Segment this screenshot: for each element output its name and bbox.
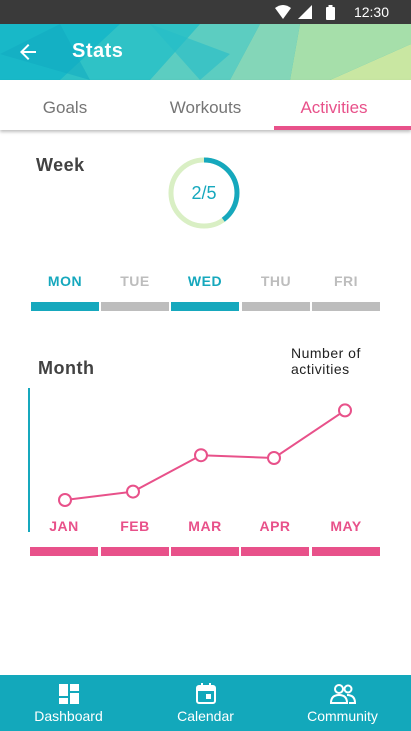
tab-activities[interactable]: Activities <box>274 80 394 130</box>
day-bar-fri <box>312 302 380 311</box>
month-bar-may <box>312 547 380 556</box>
app-bar: Stats <box>0 24 411 80</box>
day-bar-mon <box>31 302 99 311</box>
data-point-mar <box>194 448 208 463</box>
day-bar-tue <box>101 302 169 311</box>
page-title: Stats <box>72 40 124 62</box>
wifi-icon <box>275 5 291 19</box>
month-line-chart <box>28 388 352 532</box>
month-label-apr: APR <box>259 518 291 534</box>
day-label-tue: TUE <box>120 273 150 289</box>
month-label-mar: MAR <box>188 518 222 534</box>
nav-community[interactable]: Community <box>274 675 411 731</box>
day-bar-thu <box>242 302 310 311</box>
month-label-may: MAY <box>330 518 362 534</box>
tab-bar: Goals Workouts Activities <box>0 80 411 130</box>
nav-calendar[interactable]: Calendar <box>137 675 274 731</box>
back-arrow-icon[interactable] <box>16 40 40 64</box>
dashboard-icon <box>59 684 79 704</box>
month-bar-feb <box>101 547 169 556</box>
header-pattern <box>0 24 411 80</box>
tab-goals[interactable]: Goals <box>0 80 130 130</box>
day-label-thu: THU <box>260 273 292 289</box>
month-bar-jan <box>30 547 98 556</box>
battery-icon <box>326 5 335 20</box>
tab-workouts[interactable]: Workouts <box>137 80 274 130</box>
status-time: 12:30 <box>353 4 389 20</box>
status-bar: 12:30 <box>0 0 411 24</box>
day-label-wed: WED <box>187 273 223 289</box>
nav-calendar-label: Calendar <box>177 708 234 724</box>
data-point-feb <box>126 484 140 499</box>
month-bar-apr <box>241 547 309 556</box>
month-bar-mar <box>171 547 239 556</box>
signal-icon <box>298 5 312 19</box>
nav-community-label: Community <box>307 708 378 724</box>
week-progress-text: 2/5 <box>191 183 217 203</box>
month-label-feb: FEB <box>120 518 150 534</box>
day-label-mon: MON <box>47 273 83 289</box>
week-heading: Week <box>36 155 85 175</box>
day-bar-wed <box>171 302 239 311</box>
community-icon <box>330 684 356 704</box>
month-heading: Month <box>38 358 95 378</box>
data-point-apr <box>267 451 281 465</box>
month-label-jan: JAN <box>49 518 79 534</box>
chart-legend: Number of activities <box>291 345 361 377</box>
nav-dashboard[interactable]: Dashboard <box>0 675 137 731</box>
calendar-icon <box>196 683 216 704</box>
nav-dashboard-label: Dashboard <box>34 708 103 724</box>
day-label-fri: FRI <box>333 273 359 289</box>
data-point-may <box>338 403 352 418</box>
tab-indicator <box>274 126 411 130</box>
data-point-jan <box>58 493 72 507</box>
bottom-navigation: Dashboard Calendar Community <box>0 675 411 731</box>
